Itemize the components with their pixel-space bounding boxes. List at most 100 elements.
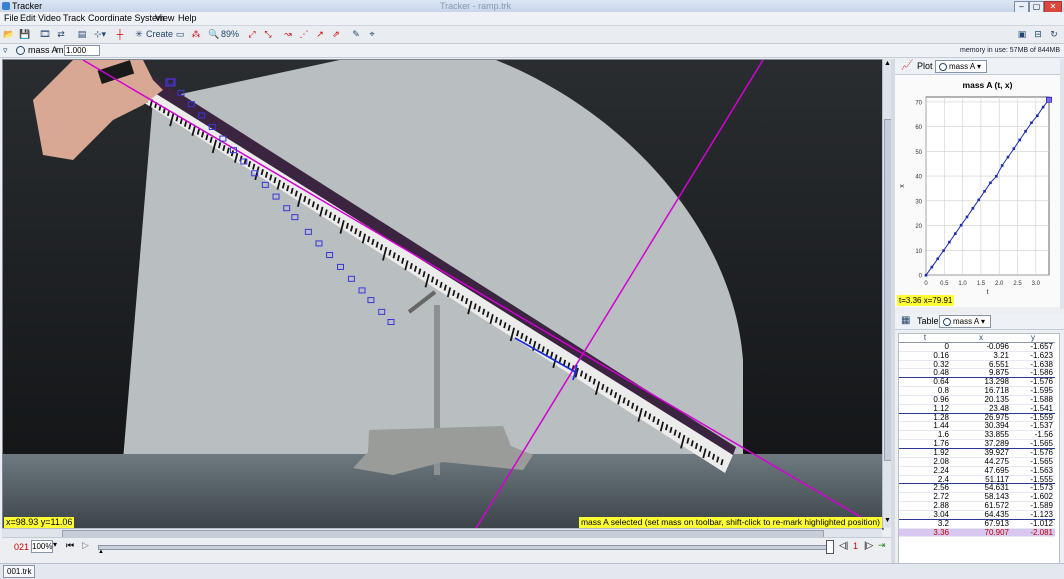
coordinate-axes-icon[interactable]: ⊹▾: [92, 28, 108, 40]
data-table-container[interactable]: t x y 0 -0.096 -1.657 0.16 3.21 -1.623 0.32 6.5…: [898, 333, 1060, 565]
menu-file[interactable]: File: [4, 12, 19, 25]
data-point[interactable]: [930, 265, 934, 269]
menu-track[interactable]: Track: [63, 12, 85, 25]
slider-thumb[interactable]: [826, 540, 834, 554]
data-point[interactable]: [924, 273, 928, 277]
dropdown-icon[interactable]: ▿: [3, 44, 8, 57]
save-icon[interactable]: 💾: [19, 28, 31, 40]
plot-scrollbar[interactable]: [1060, 59, 1064, 309]
cell-y[interactable]: -1.576: [1011, 448, 1055, 458]
column-header-t[interactable]: t: [899, 334, 951, 343]
data-point[interactable]: [1041, 105, 1045, 109]
track-name[interactable]: mass A: [28, 44, 58, 57]
reset-icon[interactable]: ⏮: [66, 540, 74, 551]
position-plot[interactable]: mass A (t, x)0102030405060700 0.5 1.0 1.5 2.…: [895, 75, 1061, 307]
mass-field[interactable]: [64, 45, 100, 56]
cell-x[interactable]: 3.21: [951, 351, 1011, 361]
cell-y[interactable]: -2.081: [1011, 528, 1055, 538]
cell-t[interactable]: 2.08: [899, 457, 951, 467]
cell-y[interactable]: -1.623: [1011, 351, 1055, 361]
table-row[interactable]: 2.24 47.695 -1.563: [899, 466, 1055, 476]
table-button[interactable]: Table: [917, 316, 939, 326]
table-row[interactable]: 1.12 23.48 -1.541: [899, 404, 1055, 414]
cell-x[interactable]: 20.135: [951, 395, 1011, 405]
acceleration-icon[interactable]: ⇗: [330, 28, 342, 40]
data-point[interactable]: [977, 198, 981, 202]
table-row[interactable]: 3.2 67.913 -1.012: [899, 519, 1055, 529]
table-row[interactable]: 2.08 44.275 -1.565: [899, 457, 1055, 467]
start-marker-icon[interactable]: ▲: [98, 549, 104, 555]
table-row[interactable]: 1.92 39.927 -1.576: [899, 448, 1055, 458]
data-point[interactable]: [942, 249, 945, 252]
data-point[interactable]: [1012, 147, 1016, 150]
open-video-icon[interactable]: 🎞: [39, 28, 51, 40]
cell-x[interactable]: 44.275: [951, 457, 1011, 467]
data-point[interactable]: [1024, 129, 1027, 133]
table-track-selector[interactable]: mass A ▾: [939, 315, 991, 328]
clip-settings-icon[interactable]: ▤: [76, 28, 88, 40]
video-view[interactable]: x=98.93 y=11.06 mass A selected (set mas…: [2, 59, 884, 530]
table-row[interactable]: 3.36 70.907 -2.081: [899, 528, 1055, 538]
data-point[interactable]: [953, 232, 957, 235]
menu-view[interactable]: View: [155, 12, 174, 25]
step-forward-icon[interactable]: |▷: [864, 540, 873, 551]
notes-icon[interactable]: ▣: [1016, 28, 1028, 40]
table-row[interactable]: 0.96 20.135 -1.588: [899, 395, 1055, 405]
cell-t[interactable]: 3.04: [899, 510, 951, 520]
cell-t[interactable]: 2.24: [899, 466, 951, 476]
pen-icon[interactable]: ✎: [350, 28, 362, 40]
plot-track-selector[interactable]: mass A ▾: [935, 60, 987, 73]
data-point[interactable]: [948, 240, 951, 244]
cell-y[interactable]: -1.588: [1011, 395, 1055, 405]
menu-help[interactable]: Help: [178, 12, 197, 25]
plot-button[interactable]: Plot: [917, 61, 933, 71]
cell-x[interactable]: 47.695: [951, 466, 1011, 476]
cell-x[interactable]: 39.927: [951, 448, 1011, 458]
cell-x[interactable]: 67.913: [951, 519, 1011, 529]
rate-dropdown-icon[interactable]: ▾: [53, 540, 57, 549]
playback-slider[interactable]: [98, 545, 830, 550]
data-point[interactable]: [1006, 155, 1010, 159]
menu-coordinate-system[interactable]: Coordinate System: [88, 12, 165, 25]
create-icon[interactable]: ✳: [134, 28, 144, 40]
cell-x[interactable]: 23.48: [951, 404, 1011, 414]
layout-icon[interactable]: ⊟: [1032, 28, 1044, 40]
cell-y[interactable]: -1.541: [1011, 404, 1055, 414]
video-frame[interactable]: [3, 60, 883, 529]
velocity-icon[interactable]: ↗: [314, 28, 326, 40]
table-row[interactable]: 1.44 30.394 -1.537: [899, 421, 1055, 432]
track-control-icon[interactable]: ▭: [174, 28, 186, 40]
refresh-icon[interactable]: ↻: [1048, 28, 1060, 40]
autotracker-icon[interactable]: ⁂: [190, 28, 202, 40]
cell-x[interactable]: 70.907: [951, 528, 1011, 538]
cell-t[interactable]: 3.2: [899, 519, 951, 529]
data-point[interactable]: [994, 174, 998, 178]
create-button[interactable]: Create: [146, 28, 173, 40]
data-point[interactable]: [936, 257, 940, 261]
step-back-icon[interactable]: ◁|: [839, 540, 848, 551]
cell-t[interactable]: 0.16: [899, 351, 951, 361]
table-row[interactable]: 0.16 3.21 -1.623: [899, 351, 1055, 361]
play-icon[interactable]: ▷: [82, 540, 89, 551]
rate-field[interactable]: 100%: [31, 540, 53, 553]
zoom-level[interactable]: 89%: [221, 28, 239, 40]
data-point[interactable]: [1035, 114, 1039, 118]
position-icon[interactable]: ⋰: [298, 28, 310, 40]
file-tab[interactable]: 001.trk: [3, 565, 36, 578]
cell-y[interactable]: -1.657: [1011, 342, 1055, 352]
data-point[interactable]: [1018, 138, 1022, 142]
label-icon[interactable]: ⤡: [262, 28, 274, 40]
cell-y[interactable]: -1.123: [1011, 510, 1055, 520]
data-point[interactable]: [959, 223, 963, 227]
loop-icon[interactable]: ⇥: [878, 540, 886, 551]
data-point[interactable]: [1000, 164, 1004, 167]
cell-x[interactable]: -0.096: [951, 342, 1011, 352]
menu-video[interactable]: Video: [38, 12, 61, 25]
data-point[interactable]: [1030, 121, 1033, 125]
frame-counter[interactable]: 021: [14, 542, 29, 552]
calibration-icon[interactable]: ┼: [114, 28, 126, 40]
cell-y[interactable]: -1.563: [1011, 466, 1055, 476]
data-point[interactable]: [989, 181, 992, 185]
data-point[interactable]: [971, 207, 975, 210]
cell-t[interactable]: 0.96: [899, 395, 951, 405]
